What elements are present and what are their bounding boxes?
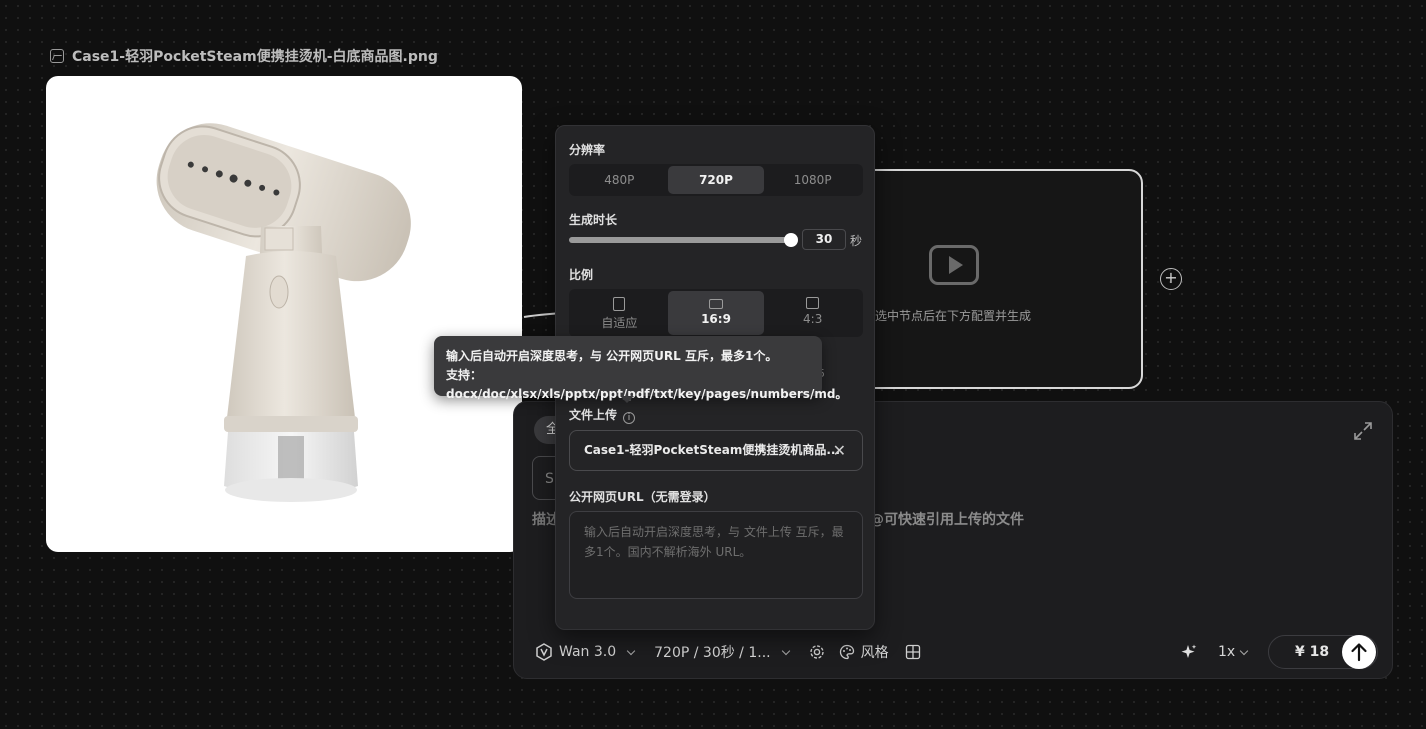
close-icon[interactable]: ✕ [833, 431, 846, 470]
video-node-hint: 选中节点后在下方配置并生成 [875, 309, 1032, 323]
steamer-illustration [156, 123, 411, 502]
tooltip-line-1: 输入后自动开启深度思考，与 公开网页URL 互斥，最多1个。 [446, 349, 778, 363]
resolution-option-1080p[interactable]: 1080P [764, 166, 861, 194]
landscape-frame-icon [709, 299, 723, 309]
video-node[interactable]: 选中节点后在下方配置并生成 [855, 169, 1143, 389]
style-button[interactable]: 风格 [839, 642, 889, 662]
ratio-option-4-3[interactable]: 4:3 [764, 291, 861, 335]
resolution-label: 分辨率 [569, 143, 606, 157]
uploaded-file-chip[interactable]: Case1-轻羽PocketSteam便携挂烫机商品... ✕ [569, 430, 863, 471]
add-node-button[interactable]: + [1160, 268, 1182, 290]
palette-icon [839, 644, 854, 660]
image-icon [50, 49, 64, 63]
model-name: Wan 3.0 [559, 644, 617, 660]
url-textarea[interactable]: 输入后自动开启深度思考，与 文件上传 互斥，最多1个。国内不解析海外 URL。 [569, 511, 863, 599]
sparkle-icon[interactable] [1180, 643, 1198, 661]
duration-input[interactable]: 30 [802, 229, 846, 250]
ratio-option-auto[interactable]: 自适应 [571, 291, 668, 335]
video-play-icon [929, 245, 979, 285]
ratio-option-label: 自适应 [601, 316, 638, 330]
file-upload-label-text: 文件上传 [569, 408, 618, 422]
chevron-down-icon [1239, 646, 1249, 655]
image-node-header: Case1-轻羽PocketSteam便携挂烫机-白底商品图.png [50, 46, 438, 66]
product-image[interactable] [46, 76, 522, 552]
model-logo-icon [536, 643, 552, 661]
url-label: 公开网页URL（无需登录） [569, 490, 716, 504]
multiplier-selector[interactable]: 1x [1218, 644, 1249, 660]
grid-add-icon [905, 644, 920, 660]
ratio-segmented-control: 自适应 16:9 4:3 [569, 289, 863, 337]
duration-slider[interactable] [569, 233, 798, 247]
gear-icon [809, 645, 824, 659]
layout-button[interactable] [905, 644, 921, 660]
duration-unit: 秒 [850, 234, 863, 248]
expand-icon[interactable] [1353, 421, 1373, 441]
file-upload-tooltip: 输入后自动开启深度思考，与 公开网页URL 互斥，最多1个。 支持：docx/d… [434, 336, 847, 403]
ratio-option-label: 16:9 [701, 312, 731, 326]
style-label: 风格 [860, 645, 889, 661]
arrow-up-icon [1351, 643, 1367, 662]
send-button[interactable] [1342, 635, 1376, 669]
portrait-frame-icon [613, 297, 626, 311]
resolution-segmented-control: 480P 720P 1080P [569, 164, 863, 196]
chevron-down-icon [626, 646, 636, 655]
image-node-title: Case1-轻羽PocketSteam便携挂烫机-白底商品图.png [72, 49, 438, 65]
frame-icon [806, 297, 820, 309]
params-selector[interactable]: 720P / 30秒 / 1... [654, 642, 790, 662]
multiplier-value: 1x [1218, 644, 1236, 660]
prompt-placeholder-end: @可快速引用上传的文件 [870, 512, 1024, 528]
ratio-label: 比例 [569, 268, 594, 282]
ratio-option-label: 4:3 [803, 312, 823, 326]
resolution-option-720p[interactable]: 720P [667, 166, 765, 194]
uploaded-file-name: Case1-轻羽PocketSteam便携挂烫机商品... [584, 443, 840, 457]
duration-slider-fill [569, 237, 791, 243]
settings-button[interactable] [809, 644, 825, 660]
info-icon[interactable]: i [623, 412, 636, 424]
file-upload-label: 文件上传 i [569, 406, 636, 424]
chevron-down-icon [781, 646, 790, 655]
prompt-toolbar: Wan 3.0 720P / 30秒 / 1... 风格 [535, 640, 941, 664]
tooltip-line-2: 支持：docx/doc/xlsx/xls/pptx/ppt/pdf/txt/ke… [446, 368, 848, 401]
resolution-option-480p[interactable]: 480P [571, 166, 668, 194]
params-summary: 720P / 30秒 / 1... [654, 645, 771, 661]
model-selector[interactable]: Wan 3.0 [535, 643, 636, 661]
duration-label: 生成时长 [569, 213, 618, 227]
duration-slider-handle[interactable] [784, 233, 798, 247]
right-tools: 1x [1180, 635, 1249, 669]
ratio-option-16-9[interactable]: 16:9 [667, 291, 765, 335]
